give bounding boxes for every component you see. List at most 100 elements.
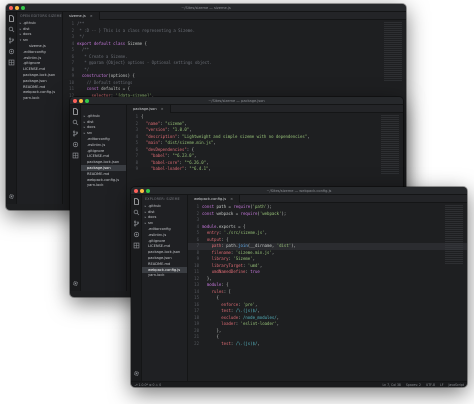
title-bar: ~/Sites/sizeme — package.json: [70, 97, 403, 105]
file-item[interactable]: yarn.lock: [142, 273, 187, 279]
tree-item-label: .gitignore: [87, 148, 105, 153]
extensions-icon[interactable]: [8, 59, 15, 66]
explorer-title: OPEN EDITORS SIZEME: [20, 14, 62, 18]
status-language[interactable]: JavaScript: [448, 383, 464, 387]
tree-item-label: .editorconfig: [23, 49, 46, 54]
title-bar: ~/Sites/sizeme — sizeme.js: [6, 4, 406, 12]
search-icon[interactable]: [133, 209, 140, 216]
close-icon[interactable]: ×: [161, 107, 164, 111]
tree-item-label: webpack.config.js: [148, 267, 181, 272]
search-icon[interactable]: [8, 26, 15, 33]
window-title: ~/Sites/sizeme — sizeme.js: [181, 6, 231, 10]
tree-item-label: .editorconfig: [87, 137, 110, 142]
tree-item-label: README.md: [23, 84, 46, 89]
tree-item-label: yarn.lock: [87, 183, 104, 188]
status-branch[interactable]: ⎇ 1.0.0* ⊗ 0 ⚠ 0: [134, 383, 161, 387]
tree-item-label: dist: [87, 119, 94, 124]
file-tree: ▸ .github ▸ dist ▸ docs ▸ src .editorconfig .esli…: [142, 203, 187, 278]
code-text: * :D -- } This is a class representing a…: [77, 27, 196, 33]
search-icon[interactable]: [72, 119, 79, 126]
tree-item-label: docs: [87, 125, 96, 130]
source-control-icon[interactable]: [8, 37, 15, 44]
tab-label: sizeme.js: [69, 14, 86, 18]
editor-pane: webpack.config.js × 1 const path = requir…: [188, 195, 467, 381]
tab-package-json[interactable]: package.json ×: [127, 105, 171, 113]
explorer-sidebar: EXPLORER: SIZEME ▸ .github ▸ dist ▸ docs ▸ src.…: [142, 195, 188, 381]
file-item[interactable]: yarn.lock: [81, 183, 126, 189]
status-bar: ⎇ 1.0.0* ⊗ 0 ⚠ 0 Ln 7, Col 38 Spaces: 2 …: [131, 381, 467, 387]
tree-item-label: .eslintrc.js: [87, 142, 106, 147]
close-icon[interactable]: ×: [230, 197, 233, 201]
code-text: "babel-loader": "^6.4.1",: [150, 166, 211, 171]
close-icon[interactable]: ×: [90, 14, 93, 18]
activity-bar: [6, 12, 17, 204]
tab-webpack-config-js[interactable]: webpack.config.js ×: [188, 195, 241, 203]
code-text: * @param {Object} options - Optional set…: [77, 60, 212, 65]
explorer-sidebar: ▸ .github ▸ dist ▸ docs ▸ src .editorconfig .esli…: [81, 105, 127, 291]
title-bar: ~/Sites/sizeme — webpack.config.js: [131, 187, 467, 195]
tree-item-label: docs: [148, 215, 157, 220]
files-icon[interactable]: [72, 108, 79, 115]
tab-bar: webpack.config.js ×: [188, 195, 467, 203]
gear-icon[interactable]: [72, 280, 79, 287]
explorer-title: [81, 105, 126, 113]
code-line[interactable]: 22 test: /\.(js)$/,: [188, 341, 467, 348]
debug-icon[interactable]: [72, 141, 79, 148]
tree-item-label: package-lock.json: [23, 73, 56, 78]
debug-icon[interactable]: [133, 231, 140, 238]
tree-item-label: yarn.lock: [23, 96, 40, 101]
explorer-sidebar: OPEN EDITORS SIZEME ▸ .github ▸ dist ▸ docs ▾ s…: [17, 12, 63, 204]
activity-bar: [131, 195, 142, 381]
tree-item-label: dist: [23, 26, 30, 31]
tree-item-label: README.md: [87, 171, 110, 176]
status-indentation[interactable]: Spaces: 2: [406, 383, 421, 387]
code-area[interactable]: 1 const path = require('path'); 2 const web…: [188, 204, 467, 381]
minimap[interactable]: [381, 115, 399, 175]
tree-item-label: .github: [87, 113, 100, 118]
source-control-icon[interactable]: [72, 130, 79, 137]
extensions-icon[interactable]: [72, 152, 79, 159]
tree-item-label: .gitignore: [23, 61, 41, 66]
tree-item-label: .eslintrc.js: [23, 55, 42, 60]
gear-icon[interactable]: [133, 370, 140, 377]
gear-icon[interactable]: [8, 193, 15, 200]
source-control-icon[interactable]: [133, 220, 140, 227]
tree-item-label: LICENSE.md: [23, 67, 46, 72]
code-text: const webpack = require('webpack');: [202, 210, 287, 216]
status-encoding[interactable]: UTF-8: [426, 383, 435, 387]
tree-item-label: webpack.config.js: [87, 177, 120, 182]
tree-item-label: package.json: [148, 256, 172, 261]
tab-label: package.json: [133, 107, 157, 111]
tree-item-label: .github: [23, 20, 36, 25]
tree-item-label: .github: [148, 203, 161, 208]
status-eol[interactable]: LF: [440, 383, 444, 387]
tree-item-label: yarn.lock: [148, 273, 165, 278]
code-text: test: /\.(js)$/,: [221, 340, 260, 346]
debug-icon[interactable]: [8, 48, 15, 55]
file-tree: ▸ .github ▸ dist ▸ docs ▸ src .editorconfig .esli…: [81, 113, 126, 188]
tree-item-label: package.json: [87, 166, 111, 171]
tree-item-label: .editorconfig: [148, 227, 171, 232]
tab-sizeme-js[interactable]: sizeme.js ×: [63, 12, 100, 20]
window-title: ~/Sites/sizeme — webpack.config.js: [266, 189, 332, 193]
tree-item-label: src: [87, 131, 93, 136]
status-cursor-position[interactable]: Ln 7, Col 38: [382, 383, 400, 387]
minimap[interactable]: [384, 22, 402, 82]
tree-item-label: webpack.config.js: [23, 90, 56, 95]
tab-bar: sizeme.js ×: [63, 12, 406, 20]
tree-item-label: dist: [148, 209, 155, 214]
files-icon[interactable]: [133, 198, 140, 205]
tree-item-label: LICENSE.md: [148, 244, 171, 249]
tree-item-label: package.json: [23, 78, 47, 83]
extensions-icon[interactable]: [133, 242, 140, 249]
line-number: 22: [194, 340, 199, 346]
file-item[interactable]: yarn.lock: [17, 95, 62, 101]
files-icon[interactable]: [8, 15, 15, 22]
tree-item-label: docs: [23, 32, 32, 37]
file-tree: ▸ .github ▸ dist ▸ docs ▾ src sizeme.js .editorco…: [17, 20, 62, 101]
explorer-title: EXPLORER: SIZEME: [145, 197, 180, 201]
code-line[interactable]: 9 "babel-loader": "^6.4.1",: [127, 166, 403, 173]
minimap[interactable]: [445, 205, 463, 265]
tree-item-label: src: [148, 221, 154, 226]
tree-item-label: sizeme.js: [29, 44, 46, 49]
